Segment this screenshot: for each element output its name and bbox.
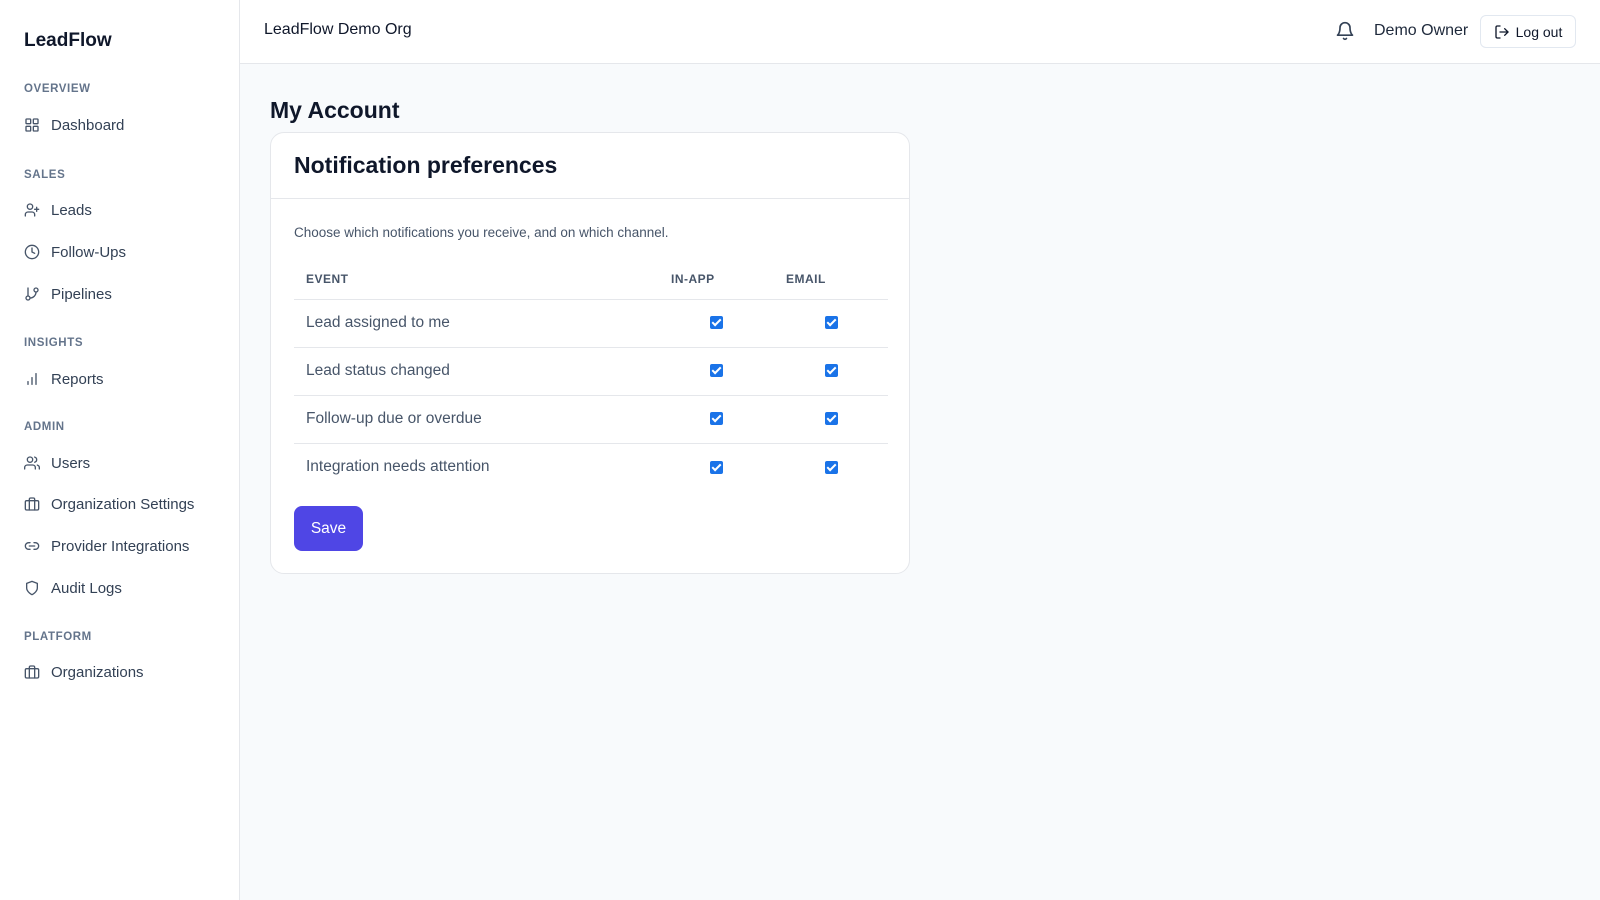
column-header-email: EMAIL (774, 259, 888, 300)
brand-logo[interactable]: LeadFlow (24, 30, 112, 52)
preferences-table: EVENT IN-APP EMAIL Lead assigned to me L… (294, 259, 888, 491)
bell-icon[interactable] (1335, 21, 1355, 41)
card-title: Notification preferences (294, 152, 558, 178)
table-row: Lead assigned to me (294, 299, 888, 348)
card-description: Choose which notifications you receive, … (294, 225, 669, 240)
bar-chart-icon (27, 373, 37, 385)
sidebar-item-reports[interactable]: Reports (16, 362, 224, 396)
briefcase-icon (24, 665, 40, 679)
table-row: Follow-up due or overdue (294, 395, 888, 444)
sidebar-item-leads[interactable]: Leads (16, 193, 224, 227)
email-checkbox[interactable] (824, 316, 838, 330)
in-app-checkbox[interactable] (710, 316, 723, 330)
sidebar-item-label: Users (51, 454, 91, 472)
in-app-cell (659, 347, 774, 396)
in-app-cell (659, 299, 774, 348)
briefcase-icon (24, 497, 40, 511)
in-app-cell (659, 443, 774, 491)
section-label-insights: INSIGHTS (24, 337, 84, 349)
sidebar-item-pipelines[interactable]: Pipelines (16, 277, 224, 311)
sidebar-item-audit-logs[interactable]: Audit Logs (16, 571, 224, 605)
link-icon (24, 542, 40, 550)
email-cell (774, 347, 888, 396)
event-name: Follow-up due or overdue (294, 395, 659, 444)
table-row: Integration needs attention (294, 443, 888, 491)
sidebar-item-label: Audit Logs (51, 579, 122, 597)
email-checkbox[interactable] (824, 460, 838, 474)
event-name: Integration needs attention (306, 458, 490, 476)
save-button[interactable]: Save (294, 506, 363, 551)
email-checkbox[interactable] (824, 364, 838, 378)
section-label-platform: PLATFORM (24, 631, 92, 643)
users-icon (24, 456, 40, 470)
sidebar-item-label: Pipelines (51, 285, 112, 303)
section-label-overview: OVERVIEW (24, 83, 91, 95)
user-plus-icon (24, 203, 40, 217)
org-name: LeadFlow Demo Org (264, 21, 412, 38)
sidebar-item-label: Follow-Ups (51, 243, 127, 261)
in-app-checkbox[interactable] (710, 412, 723, 426)
sidebar-item-label: Organization Settings (51, 495, 195, 513)
email-cell (774, 299, 888, 348)
sidebar-item-follow-ups[interactable]: Follow-Ups (16, 235, 224, 269)
email-cell (774, 443, 888, 491)
shield-icon (26, 580, 38, 596)
column-header-event: EVENT (294, 259, 659, 300)
table-row: Lead status changed (294, 347, 888, 396)
sidebar-item-label: Provider Integrations (51, 537, 190, 555)
sidebar-item-dashboard[interactable]: Dashboard (16, 108, 224, 142)
column-header-in-app: IN-APP (659, 259, 774, 300)
event-name: Lead status changed (294, 347, 659, 396)
sidebar-item-provider-integrations[interactable]: Provider Integrations (16, 529, 224, 563)
clock-icon (24, 244, 40, 260)
sidebar-item-organization-settings[interactable]: Organization Settings (16, 487, 224, 521)
logout-button[interactable]: Log out (1480, 15, 1576, 48)
sidebar-item-label: Organizations (51, 663, 144, 681)
in-app-cell (659, 395, 774, 444)
notification-preferences-card: Notification preferences Choose which no… (270, 132, 910, 574)
email-checkbox[interactable] (824, 412, 838, 426)
in-app-checkbox[interactable] (710, 460, 723, 474)
sidebar-item-organizations[interactable]: Organizations (16, 655, 224, 689)
git-branch-icon (25, 287, 39, 301)
sidebar-item-label: Dashboard (51, 116, 125, 134)
grid-icon (25, 118, 39, 132)
email-cell (774, 395, 888, 444)
user-name[interactable]: Demo Owner (1374, 22, 1468, 40)
logout-label: Log out (1515, 23, 1563, 40)
in-app-checkbox[interactable] (710, 364, 723, 378)
section-label-sales: SALES (24, 169, 66, 181)
preferences-table-wrapper: EVENT IN-APP EMAIL Lead assigned to me L… (294, 259, 888, 491)
sidebar-item-users[interactable]: Users (16, 446, 224, 480)
topbar: LeadFlow Demo Org Demo Owner Log out (240, 0, 1600, 64)
page-title: My Account (270, 97, 400, 123)
section-label-admin: ADMIN (24, 421, 65, 433)
table-header-row: EVENT IN-APP EMAIL (294, 259, 888, 300)
card-header: Notification preferences (271, 133, 909, 199)
event-name: Lead assigned to me (294, 299, 659, 348)
sidebar-item-label: Leads (51, 201, 92, 219)
sidebar: LeadFlow OVERVIEW Dashboard SALES Leads … (0, 0, 240, 900)
log-out-icon (1494, 24, 1509, 39)
sidebar-item-label: Reports (51, 370, 104, 388)
